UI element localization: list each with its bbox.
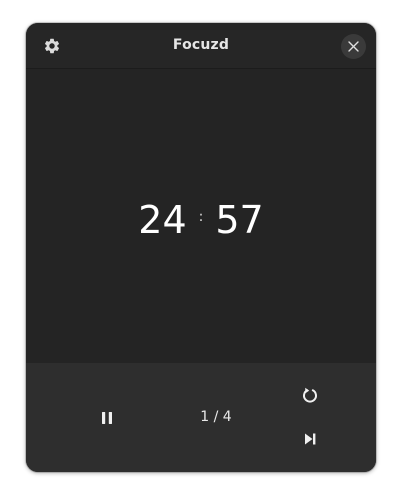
skip-button[interactable] — [301, 430, 319, 448]
round-counter: 1 / 4 — [200, 409, 232, 425]
timer-seconds: 57 — [215, 198, 264, 242]
pause-button[interactable] — [98, 409, 116, 427]
timer-display: 24:57 — [26, 193, 376, 244]
reset-icon — [303, 387, 317, 403]
window-title: Focuzd — [172, 37, 230, 53]
app-window: Focuzd 24:57 1 / 4 — [26, 23, 376, 472]
pause-icon — [102, 412, 112, 424]
close-icon — [348, 41, 359, 52]
reset-button[interactable] — [301, 386, 319, 404]
controls-panel: 1 / 4 — [26, 363, 376, 472]
skip-next-icon — [305, 433, 316, 445]
header-bar: Focuzd — [26, 23, 376, 69]
timer-separator: : — [198, 209, 204, 225]
timer-minutes: 24 — [138, 198, 187, 242]
close-button[interactable] — [341, 34, 366, 59]
